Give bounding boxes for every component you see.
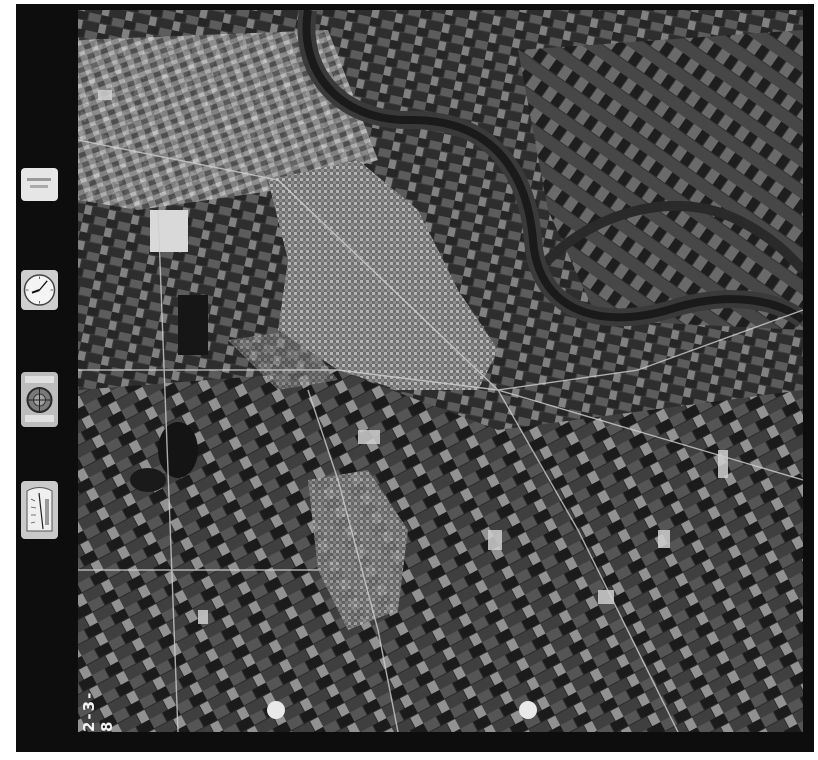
strip-code: 2-3-8	[80, 690, 116, 732]
level-gauge-icon	[21, 481, 58, 539]
fiducial-mark-left	[267, 701, 285, 719]
aerial-photo	[78, 10, 803, 732]
clock-icon	[21, 270, 58, 310]
compass-icon	[21, 372, 58, 427]
fiducial-mark-right	[519, 701, 537, 719]
label-card	[21, 168, 58, 201]
